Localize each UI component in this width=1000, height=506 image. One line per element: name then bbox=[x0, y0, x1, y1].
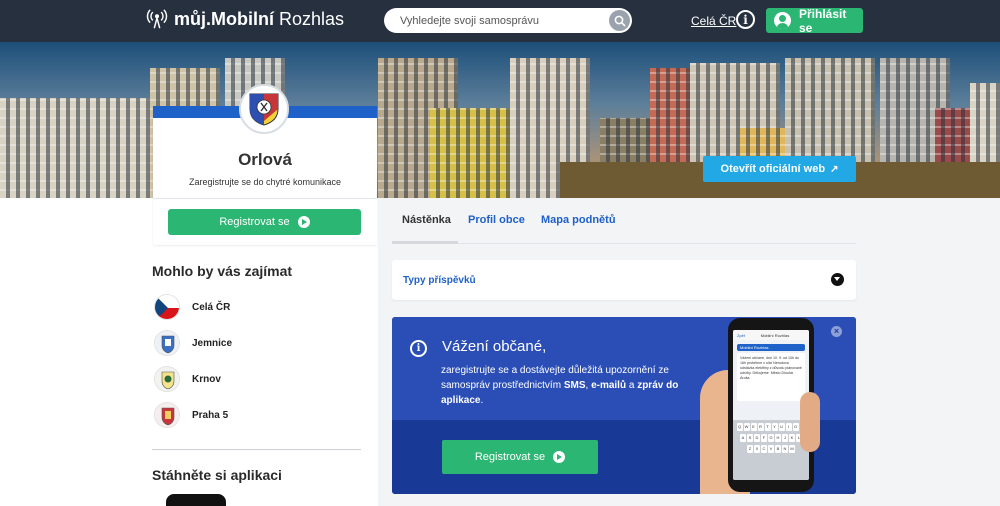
post-types-label: Typy příspěvků bbox=[403, 275, 476, 286]
login-button[interactable]: Přihlásit se bbox=[766, 6, 863, 35]
interest-item-krnov[interactable]: Krnov bbox=[154, 366, 354, 392]
brand-logo[interactable]: můj.Mobilní Rozhlas bbox=[146, 8, 344, 30]
banner-text: zaregistrujte se a dostávejte důležitá u… bbox=[441, 365, 679, 406]
tab-mapa-podnetu[interactable]: Mapa podnětů bbox=[541, 214, 616, 226]
section-divider bbox=[152, 449, 361, 450]
active-tab-indicator bbox=[392, 241, 458, 244]
country-link[interactable]: Celá ČR bbox=[691, 14, 736, 28]
tab-profil-obce[interactable]: Profil obce bbox=[468, 214, 525, 226]
building bbox=[0, 98, 155, 198]
hero-city-image: Otevřít oficiální web ↗ bbox=[0, 42, 1000, 198]
search-button[interactable] bbox=[609, 10, 630, 31]
phone-message-header: Mobilní Rozhlas bbox=[737, 344, 805, 351]
jemnice-crest-icon bbox=[154, 330, 180, 356]
phone-app-title: Mobilní Rozhlas bbox=[760, 333, 790, 338]
brand-name: můj.Mobilní Rozhlas bbox=[174, 8, 345, 29]
interest-item-label: Krnov bbox=[192, 373, 221, 385]
hand-illustration bbox=[800, 392, 820, 452]
city-crest-icon bbox=[239, 84, 289, 134]
info-icon[interactable]: i bbox=[736, 10, 755, 29]
krnov-crest-icon bbox=[154, 366, 180, 392]
user-icon bbox=[774, 12, 791, 29]
search-input[interactable] bbox=[400, 14, 600, 27]
external-link-icon: ↗ bbox=[830, 163, 839, 175]
login-label: Přihlásit se bbox=[799, 6, 847, 35]
banner-title: Vážení občané, bbox=[442, 338, 547, 355]
phone-back-label: Zpět bbox=[737, 333, 746, 338]
chevron-down-icon bbox=[831, 273, 844, 286]
register-button[interactable]: Registrovat se bbox=[168, 209, 361, 235]
post-types-dropdown[interactable]: Typy příspěvků bbox=[392, 260, 856, 300]
antenna-icon bbox=[146, 9, 168, 29]
app-download-title: Stáhněte si aplikaci bbox=[152, 467, 282, 483]
praha5-crest-icon bbox=[154, 402, 180, 428]
interest-title: Mohlo by vás zajímat bbox=[152, 263, 293, 279]
interest-item-praha-5[interactable]: Praha 5 bbox=[154, 402, 354, 428]
banner-register-button[interactable]: Registrovat se bbox=[442, 440, 598, 474]
tab-bar: Nástěnka Profil obce Mapa podnětů bbox=[392, 198, 856, 244]
interest-item-label: Jemnice bbox=[192, 337, 233, 349]
interest-item-cela-cr[interactable]: Celá ČR bbox=[154, 294, 354, 320]
official-web-label: Otevřít oficiální web bbox=[720, 163, 826, 175]
close-icon[interactable]: × bbox=[831, 326, 842, 337]
czech-flag-icon bbox=[154, 294, 180, 320]
top-navigation-bar: můj.Mobilní Rozhlas Celá ČR i Přihlásit … bbox=[0, 0, 1000, 42]
banner-register-label: Registrovat se bbox=[474, 451, 546, 463]
interest-item-label: Praha 5 bbox=[192, 409, 229, 421]
search-box bbox=[384, 8, 632, 33]
tab-nastenka[interactable]: Nástěnka bbox=[402, 214, 451, 226]
info-icon: i bbox=[410, 340, 427, 357]
register-label: Registrovat se bbox=[219, 216, 290, 228]
arrow-right-icon bbox=[297, 216, 310, 228]
city-subtitle: Zaregistrujte se do chytré komunikace bbox=[188, 177, 342, 187]
phone-keyboard: QWERTYUIOP ASDFGHJKL ZXCVBNM bbox=[733, 420, 809, 480]
phone-screen: Zpět Mobilní Rozhlas Mobilní Rozhlas Váž… bbox=[733, 330, 809, 480]
interest-item-jemnice[interactable]: Jemnice bbox=[154, 330, 354, 356]
official-web-button[interactable]: Otevřít oficiální web ↗ bbox=[703, 156, 856, 182]
city-name: Orlová bbox=[238, 150, 292, 169]
phone-status-bar: Zpět Mobilní Rozhlas bbox=[733, 330, 809, 340]
interest-item-label: Celá ČR bbox=[192, 301, 231, 313]
arrow-right-icon bbox=[553, 451, 566, 463]
phone-message: Vážení občané, dne 10. 9. od 10h do 16h … bbox=[737, 353, 805, 401]
search-icon bbox=[614, 15, 626, 27]
app-phone-image bbox=[166, 494, 226, 506]
